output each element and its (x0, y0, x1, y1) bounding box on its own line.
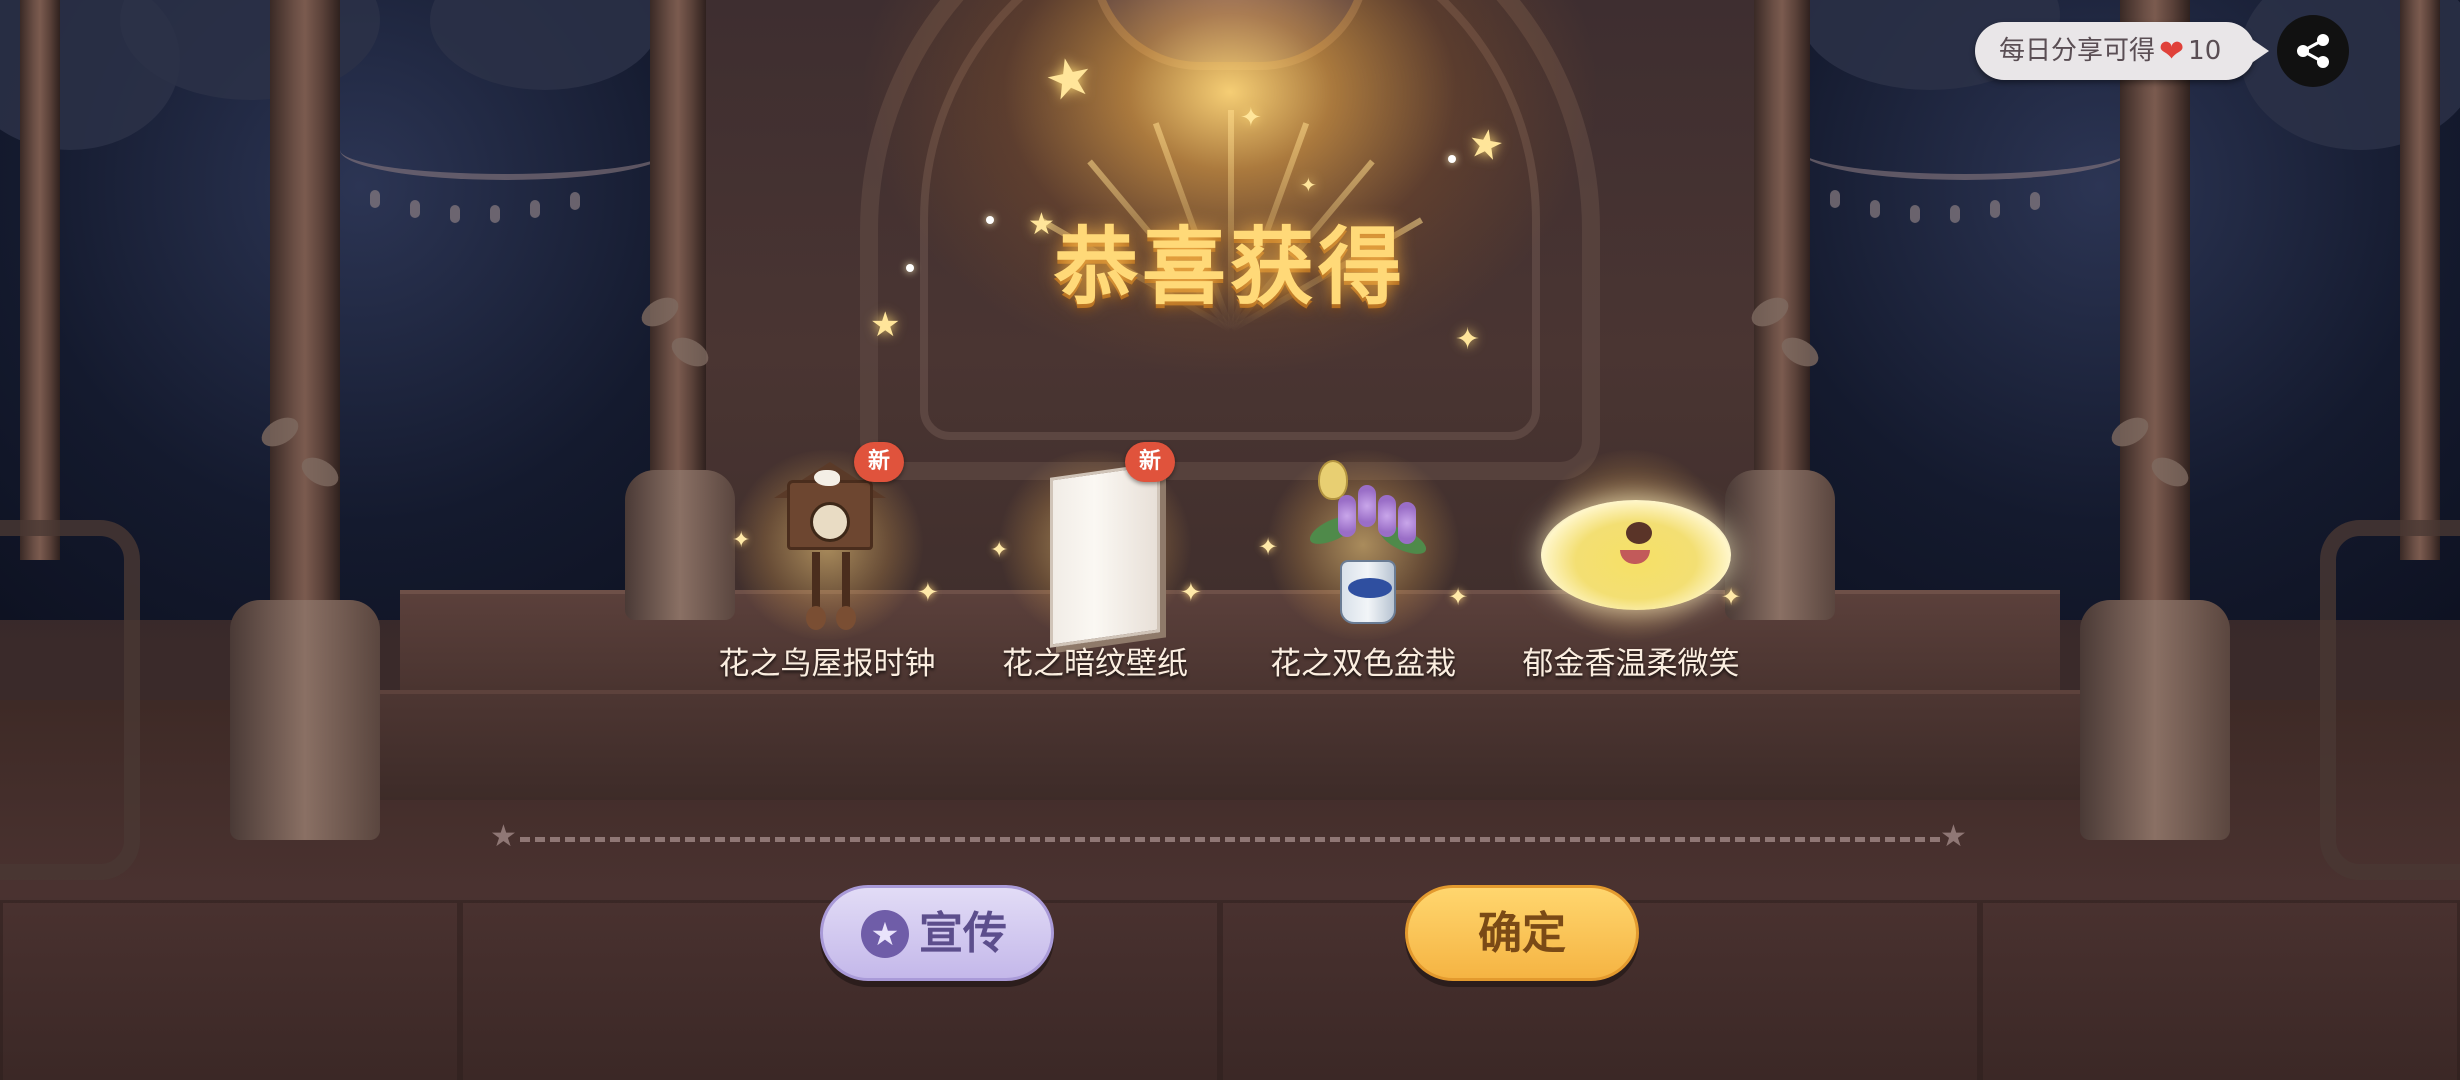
star-decoration: ★ (1464, 119, 1508, 171)
item-name: 花之双色盆栽 (1270, 646, 1456, 682)
heart-icon: ❤ (2159, 34, 2185, 69)
reward-title: 恭喜获得 (1053, 218, 1406, 316)
reward-item[interactable]: ✦ ✦ 花之双色盆栽 (1228, 440, 1498, 690)
stair-banister-left (0, 520, 140, 880)
star-icon: ★ (490, 819, 517, 854)
promote-label: 宣传 (919, 908, 1007, 959)
sparkle: ✦ (1258, 533, 1279, 561)
pill-pointer (2253, 40, 2269, 62)
daily-share-reward[interactable]: 每日分享可得 ❤ 10 (1975, 22, 2269, 80)
sparkle: ✦ (1721, 583, 1742, 611)
floor-tile (1980, 900, 2460, 1080)
star-decoration: ✦ (1300, 173, 1317, 197)
reward-item[interactable]: 新 ✦ ✦ 花之鸟屋报时钟 (692, 440, 962, 690)
confirm-button[interactable]: 确定 (1405, 885, 1639, 981)
share-reward-label: 每日分享可得 (1999, 36, 2156, 66)
item-name: 花之暗纹壁纸 (1002, 646, 1188, 682)
star-decoration: ✦ (1240, 103, 1262, 133)
item-name: 花之鸟屋报时钟 (718, 646, 936, 682)
reward-item[interactable]: 新 ✦ ✦ 花之暗纹壁纸 (960, 440, 1230, 690)
sparkle: ✦ (1448, 583, 1469, 611)
new-badge: 新 (1125, 442, 1175, 482)
sparkle: ✦ (990, 538, 1009, 563)
reward-scene: ★ ✦ ★ ★ ★ ✦ ✦ 恭喜获得 新 ✦ ✦ 花之鸟屋报时钟 新 ✦ ✦ 花… (0, 0, 2460, 1080)
drape (340, 120, 670, 180)
item-name: 郁金香温柔微笑 (1522, 646, 1740, 682)
reward-item[interactable]: ✦ 郁金香温柔微笑 (1496, 440, 1766, 690)
sparkle: ✦ (732, 528, 751, 553)
new-badge: 新 (854, 442, 904, 482)
star-icon: ★ (861, 910, 909, 958)
stair-banister-right (2320, 520, 2460, 880)
star-decoration: ✦ (1455, 322, 1481, 357)
promote-button[interactable]: ★ 宣传 (820, 885, 1054, 981)
column-base (230, 600, 380, 840)
share-reward-amount: 10 (2188, 36, 2222, 66)
sparkle: ✦ (1180, 578, 1202, 608)
floor-tile (0, 900, 460, 1080)
dashed-divider (520, 837, 1940, 842)
stage-step (360, 690, 2100, 800)
column-base (2080, 600, 2230, 840)
sparkle: ✦ (917, 578, 939, 608)
sparkle-dot (1448, 155, 1456, 163)
wallpaper-icon (1050, 462, 1160, 648)
share-button[interactable] (2277, 15, 2349, 87)
drape (1800, 120, 2130, 180)
share-icon (2297, 34, 2329, 68)
star-icon: ★ (1940, 819, 1967, 854)
